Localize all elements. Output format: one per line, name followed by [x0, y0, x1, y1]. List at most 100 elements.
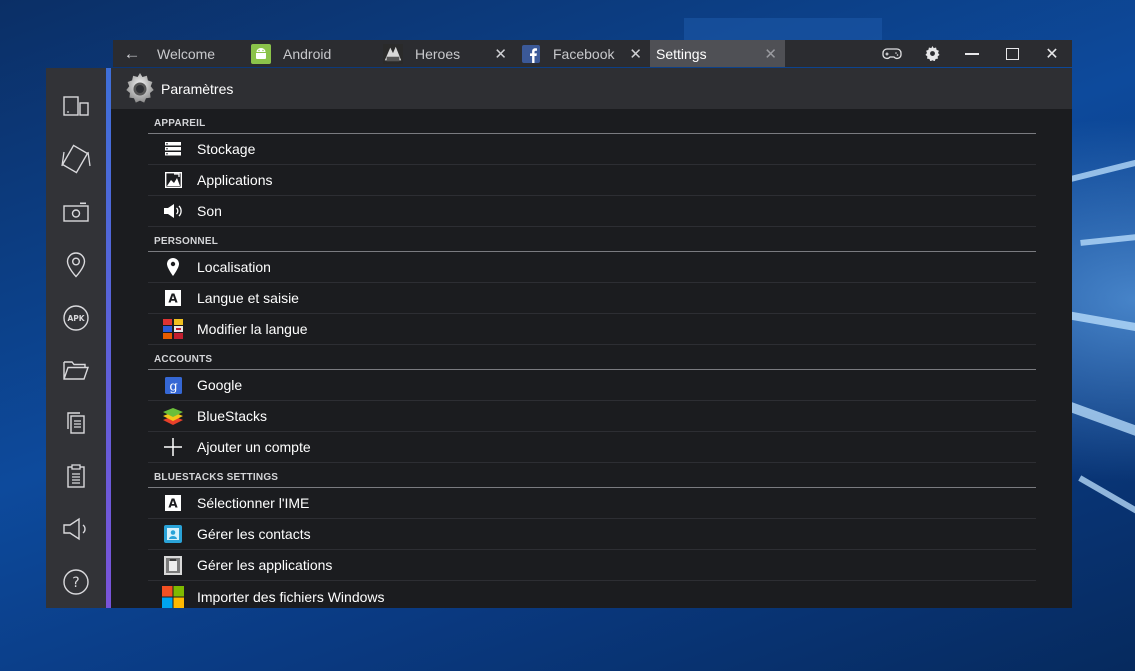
windows-icon: [162, 585, 184, 608]
settings-item-google[interactable]: g Google: [148, 370, 1036, 401]
location-pin-icon: [66, 252, 86, 278]
settings-gear-icon: [126, 72, 154, 103]
section-header-personnel: PERSONNEL: [148, 227, 1036, 252]
storage-icon: [162, 138, 184, 160]
minimize-icon: [965, 52, 979, 55]
close-icon[interactable]: ✕: [629, 45, 642, 63]
toolbar-copy-button[interactable]: [46, 397, 106, 450]
tab-facebook[interactable]: Facebook ✕: [515, 40, 650, 67]
section-header-accounts: ACCOUNTS: [148, 345, 1036, 370]
toolbar-camera-button[interactable]: [46, 186, 106, 239]
toolbar-shake-button[interactable]: [46, 133, 106, 186]
close-icon: ✕: [1045, 45, 1059, 63]
toolbar-paste-button[interactable]: [46, 450, 106, 503]
keyboard-a-icon: A: [162, 492, 184, 514]
settings-item-langue-saisie[interactable]: A Langue et saisie: [148, 283, 1036, 314]
settings-item-stockage[interactable]: Stockage: [148, 134, 1036, 165]
close-window-button[interactable]: ✕: [1032, 40, 1072, 67]
maximize-icon: [1005, 47, 1019, 60]
android-icon: [251, 43, 271, 64]
settings-item-label: Stockage: [197, 141, 256, 157]
apk-icon: APK: [63, 304, 89, 331]
bluestacks-icon: [162, 405, 184, 427]
folder-icon: [63, 361, 89, 381]
tab-android[interactable]: Android: [245, 40, 377, 67]
speaker-icon: [162, 200, 184, 222]
rotate-screen-icon: [63, 96, 89, 117]
gamepad-button[interactable]: [872, 40, 912, 67]
settings-item-label: Applications: [197, 172, 273, 188]
settings-item-localisation[interactable]: Localisation: [148, 252, 1036, 283]
toolbar-location-button[interactable]: [46, 238, 106, 291]
close-icon[interactable]: ✕: [494, 45, 507, 63]
settings-item-label: Gérer les contacts: [197, 526, 311, 542]
settings-item-applications[interactable]: Applications: [148, 165, 1036, 196]
svg-text:APK: APK: [67, 314, 85, 323]
location-pin-icon: [162, 256, 184, 278]
toolbar-rotate-button[interactable]: [46, 80, 106, 133]
close-icon[interactable]: ✕: [764, 45, 777, 63]
settings-item-select-ime[interactable]: A Sélectionner l'IME: [148, 488, 1036, 519]
google-icon: g: [162, 374, 184, 396]
settings-item-bluestacks[interactable]: BlueStacks: [148, 401, 1036, 432]
heroes-game-icon: [383, 43, 403, 64]
light-beam: [1080, 230, 1135, 246]
section-header-bluestacks-settings: BLUESTACKS SETTINGS: [148, 463, 1036, 488]
maximize-button[interactable]: [992, 40, 1032, 67]
tab-label: Settings: [656, 45, 707, 62]
tab-welcome[interactable]: Welcome: [151, 40, 245, 67]
left-toolbar: APK ?: [46, 68, 106, 608]
settings-header: Paramètres: [111, 68, 1072, 109]
svg-text:g: g: [169, 379, 177, 394]
window-controls: ✕: [872, 40, 1072, 67]
settings-item-son[interactable]: Son: [148, 196, 1036, 227]
settings-item-contacts[interactable]: Gérer les contacts: [148, 519, 1036, 550]
back-button[interactable]: ←: [113, 40, 151, 67]
settings-item-label: Langue et saisie: [197, 290, 299, 306]
tab-settings[interactable]: Settings ✕: [650, 40, 785, 67]
tab-heroes[interactable]: Heroes ✕: [377, 40, 515, 67]
help-icon: ?: [63, 568, 89, 595]
settings-list: APPAREIL Stockage Applications Son PERSO…: [111, 109, 1036, 608]
light-beam: [1067, 150, 1135, 183]
camera-icon: [63, 202, 89, 222]
contacts-icon: [162, 523, 184, 545]
light-beam: [1078, 475, 1135, 536]
tab-label: Android: [283, 45, 332, 62]
settings-item-manage-apps[interactable]: Gérer les applications: [148, 550, 1036, 581]
arrow-left-icon: ←: [123, 43, 141, 63]
minimize-button[interactable]: [952, 40, 992, 67]
shake-icon: [61, 144, 91, 174]
toolbar-apk-button[interactable]: APK: [46, 291, 106, 344]
settings-item-modifier-langue[interactable]: Modifier la langue: [148, 314, 1036, 345]
toolbar-volume-button[interactable]: [46, 502, 106, 555]
settings-item-label: Gérer les applications: [197, 557, 333, 573]
svg-text:A: A: [168, 292, 178, 306]
section-header-appareil: APPAREIL: [148, 109, 1036, 134]
applications-icon: [162, 169, 184, 191]
settings-item-label: Importer des fichiers Windows: [197, 588, 385, 605]
settings-item-label: Localisation: [197, 259, 271, 275]
page-title: Paramètres: [161, 80, 234, 97]
settings-item-add-account[interactable]: Ajouter un compte: [148, 432, 1036, 463]
flags-icon: [162, 318, 184, 340]
settings-button[interactable]: [912, 40, 952, 67]
svg-text:?: ?: [72, 575, 79, 591]
settings-item-label: BlueStacks: [197, 408, 268, 424]
copy-icon: [67, 412, 85, 434]
settings-item-label: Modifier la langue: [197, 321, 308, 337]
keyboard-a-icon: A: [162, 287, 184, 309]
settings-item-label: Google: [197, 377, 243, 393]
toolbar-help-button[interactable]: ?: [46, 555, 106, 608]
gear-icon: [924, 46, 940, 61]
settings-item-label: Son: [197, 203, 222, 219]
tab-label: Facebook: [553, 45, 615, 62]
settings-item-label: Sélectionner l'IME: [197, 495, 310, 511]
settings-app: Paramètres APPAREIL Stockage Application…: [111, 68, 1072, 608]
settings-item-import-windows-files[interactable]: Importer des fichiers Windows: [148, 581, 1036, 608]
background-glow: [684, 18, 882, 40]
paste-icon: [67, 464, 85, 488]
toolbar-folder-button[interactable]: [46, 344, 106, 397]
svg-text:A: A: [168, 497, 178, 511]
plus-icon: [162, 436, 184, 458]
